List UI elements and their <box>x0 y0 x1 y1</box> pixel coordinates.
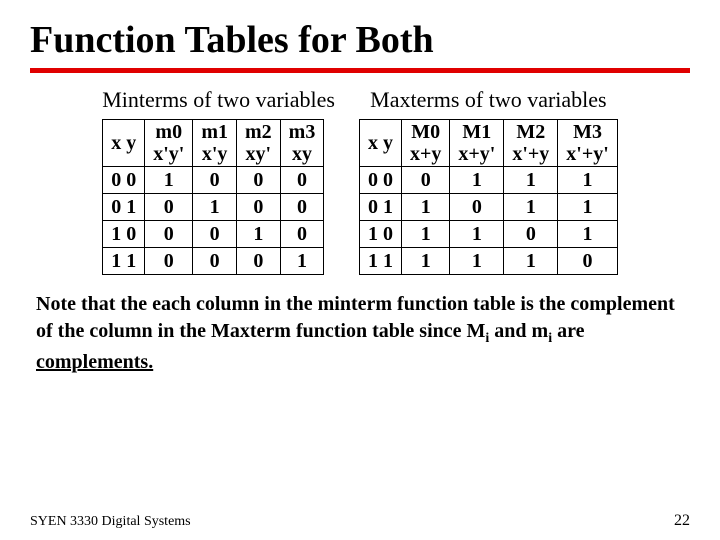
table-row: 0 0 1 0 0 0 <box>103 167 324 194</box>
slide-title: Function Tables for Both <box>30 18 690 62</box>
maxterms-block: Maxterms of two variables x y M0 x+y M1 … <box>359 87 618 275</box>
minterms-col-xy: x y <box>103 120 145 167</box>
maxterms-subtitle: Maxterms of two variables <box>359 87 618 113</box>
minterms-header-m0: m0 x'y' <box>145 120 193 167</box>
maxterms-col-xy: x y <box>359 120 401 167</box>
course-label: SYEN 3330 Digital Systems <box>30 514 191 530</box>
minterms-header-m3: m3 xy <box>280 120 324 167</box>
minterms-header-m2: m2 xy' <box>236 120 280 167</box>
note-text: Note that the each column in the minterm… <box>36 291 684 376</box>
maxterms-header-M3: M3 x'+y' <box>558 120 618 167</box>
table-row: 0 1 1 0 1 1 <box>359 194 617 221</box>
tables-wrap: Minterms of two variables x y m0 x'y' m1… <box>30 87 690 275</box>
maxterms-header-M2: M2 x'+y <box>504 120 558 167</box>
table-row: 1 0 0 0 1 0 <box>103 221 324 248</box>
footer: SYEN 3330 Digital Systems 22 <box>30 512 690 530</box>
maxterms-header-M1: M1 x+y' <box>450 120 504 167</box>
page-number: 22 <box>674 512 690 530</box>
table-row: 1 1 0 0 0 1 <box>103 248 324 275</box>
title-rule <box>30 68 690 73</box>
minterms-table: x y m0 x'y' m1 x'y m2 xy' m3 <box>102 119 324 275</box>
minterms-block: Minterms of two variables x y m0 x'y' m1… <box>102 87 335 275</box>
maxterms-header-M0: M0 x+y <box>401 120 449 167</box>
minterms-header-m1: m1 x'y <box>193 120 237 167</box>
table-row: 1 1 1 1 1 0 <box>359 248 617 275</box>
table-row: 0 1 0 1 0 0 <box>103 194 324 221</box>
table-row: 1 0 1 1 0 1 <box>359 221 617 248</box>
table-row: 0 0 0 1 1 1 <box>359 167 617 194</box>
minterms-subtitle: Minterms of two variables <box>102 87 335 113</box>
maxterms-table: x y M0 x+y M1 x+y' M2 x'+y M3 <box>359 119 618 275</box>
